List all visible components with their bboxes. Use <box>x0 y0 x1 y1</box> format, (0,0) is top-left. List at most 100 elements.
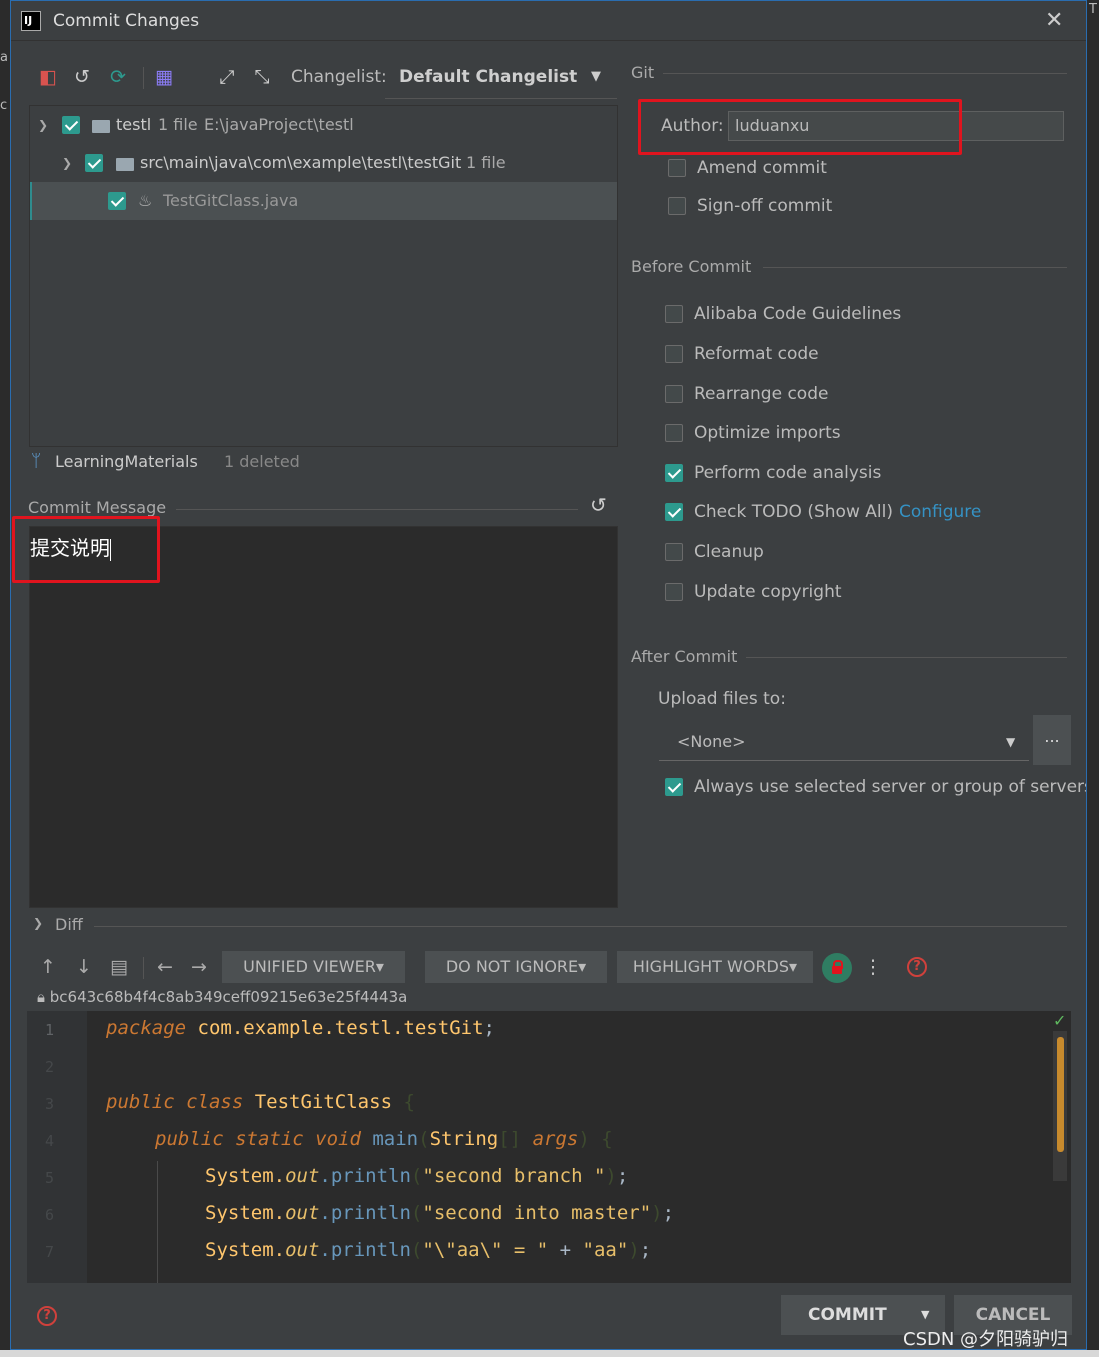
help-icon[interactable]: ? <box>37 1306 57 1326</box>
code-token: + <box>548 1239 583 1261</box>
commit-message-editor[interactable]: 提交说明 <box>29 526 618 908</box>
line-number: 1 <box>45 1021 55 1039</box>
option-checkbox[interactable] <box>665 583 683 601</box>
code-line-1: package com.example.testl.testGit; <box>106 1017 495 1039</box>
unified-viewer-button[interactable]: UNIFIED VIEWER▾ <box>222 951 405 983</box>
folder-icon <box>92 120 110 133</box>
tree-row-file[interactable]: ♨ TestGitClass.java <box>30 182 617 220</box>
tree-row-root[interactable]: ❯ testl 1 file E:\javaProject\testl <box>30 106 617 144</box>
group-icon[interactable]: ▦ <box>153 66 175 88</box>
help-icon[interactable]: ? <box>907 957 927 977</box>
git-section-label: Git <box>631 63 655 82</box>
branch-icon: ᛘ <box>31 451 42 471</box>
browse-servers-button[interactable]: ... <box>1033 715 1071 765</box>
always-use-server-checkbox[interactable] <box>665 778 683 796</box>
after-commit-label: After Commit <box>631 647 738 666</box>
root-count: 1 file <box>158 115 198 134</box>
check-mark-icon: ✓ <box>1053 1011 1067 1030</box>
option-checkbox[interactable] <box>665 385 683 403</box>
file-checkbox[interactable] <box>108 192 126 210</box>
changes-tree: ❯ testl 1 file E:\javaProject\testl ❯ sr… <box>29 105 618 447</box>
code-token: System. <box>205 1239 286 1261</box>
before-commit-divider <box>763 267 1067 268</box>
java-file-icon: ♨ <box>138 191 153 210</box>
do-not-ignore-button[interactable]: DO NOT IGNORE▾ <box>425 951 607 983</box>
option-label: Perform code analysis <box>694 463 882 483</box>
code-token: out <box>285 1239 320 1261</box>
scrollbar-thumb[interactable] <box>1057 1037 1064 1152</box>
arrow-right-icon[interactable]: → <box>188 956 210 978</box>
chevron-down-icon[interactable]: ❯ <box>38 106 48 144</box>
rollback-icon[interactable]: ◧ <box>37 66 59 88</box>
more-icon[interactable]: ⋮ <box>862 956 884 978</box>
branch-bar: ᛘ LearningMaterials 1 deleted <box>29 448 618 480</box>
code-token: "second branch " <box>422 1165 606 1187</box>
option-label: Update copyright <box>694 582 842 602</box>
history-icon[interactable]: ↺ <box>71 66 93 88</box>
code-token: public static void <box>155 1128 361 1150</box>
background-trim-bottom <box>0 1350 1099 1357</box>
package-checkbox[interactable] <box>85 154 103 172</box>
line-number: 4 <box>45 1132 55 1150</box>
code-token: ) <box>628 1239 640 1261</box>
code-token: com.example.testl.testGit <box>197 1017 484 1039</box>
highlight-words-button[interactable]: HIGHLIGHT WORDS▾ <box>617 951 813 983</box>
tree-row-package[interactable]: ❯ src\main\java\com\example\testl\testGi… <box>30 144 617 182</box>
package-name: src\main\java\com\example\testl\testGit <box>140 153 462 172</box>
option-checkbox[interactable] <box>665 543 683 561</box>
branch-status: 1 deleted <box>224 452 300 471</box>
code-line-6: System.out.println("second into master")… <box>205 1202 674 1224</box>
diff-editor[interactable]: 1 2 3 4 5 6 7 package com.example.testl.… <box>27 1011 1071 1283</box>
code-token: out <box>285 1202 320 1224</box>
close-icon[interactable]: ✕ <box>1045 8 1063 33</box>
message-history-icon[interactable]: ↺ <box>590 493 607 517</box>
collapse-icon[interactable]: ⤡ <box>251 66 273 88</box>
code-token: args <box>532 1128 579 1150</box>
option-checkbox[interactable] <box>665 503 683 521</box>
amend-commit-checkbox[interactable] <box>668 159 686 177</box>
chevron-down-icon[interactable]: ❯ <box>33 916 43 930</box>
option-checkbox[interactable] <box>665 464 683 482</box>
option-checkbox[interactable] <box>665 345 683 363</box>
arrow-down-icon[interactable]: ↓ <box>73 956 95 978</box>
code-token: ( <box>410 1202 423 1224</box>
file-icon[interactable]: ▤ <box>108 956 130 978</box>
option-label: Cleanup <box>694 542 764 562</box>
diff-divider <box>94 926 1067 927</box>
option-label: Check TODO (Show All) Configure <box>694 502 981 522</box>
always-use-server-label: Always use selected server or group of s… <box>694 777 1087 797</box>
ext-char: c <box>0 98 8 113</box>
upload-server-select[interactable]: <None> ▼ <box>659 723 1029 761</box>
chevron-down-icon[interactable]: ▼ <box>591 69 601 84</box>
root-name: testl <box>116 115 152 134</box>
toolbar-separator <box>143 957 144 979</box>
arrow-up-icon[interactable]: ↑ <box>37 956 59 978</box>
code-token: System. <box>205 1165 286 1187</box>
code-token: ; <box>616 1165 629 1187</box>
option-checkbox[interactable] <box>665 424 683 442</box>
chevron-down-icon[interactable]: ▼ <box>1006 723 1015 761</box>
upload-files-label: Upload files to: <box>658 689 786 709</box>
configure-link[interactable]: Configure <box>899 502 981 522</box>
lock-icon[interactable] <box>822 953 852 983</box>
code-token: ; <box>662 1202 675 1224</box>
code-token: out <box>285 1165 320 1187</box>
code-token: ) <box>651 1202 663 1224</box>
small-lock-icon: 🔒︎ <box>37 988 45 1006</box>
changelist-dropdown[interactable]: Default Changelist <box>399 67 577 87</box>
arrow-left-icon[interactable]: ← <box>154 956 176 978</box>
expand-icon[interactable]: ⤢ <box>216 66 238 88</box>
check-todo-text: Check TODO (Show All) <box>694 502 893 522</box>
root-checkbox[interactable] <box>62 116 80 134</box>
changelist-underline <box>385 98 617 99</box>
branch-name[interactable]: LearningMaterials <box>55 452 198 471</box>
folder-icon <box>116 158 134 171</box>
option-checkbox[interactable] <box>665 305 683 323</box>
code-token: [] <box>498 1128 522 1150</box>
window-title: Commit Changes <box>53 11 200 31</box>
ext-char: a <box>0 50 8 65</box>
refresh-icon[interactable]: ⟳ <box>107 66 129 88</box>
signoff-commit-checkbox[interactable] <box>668 197 686 215</box>
option-label: Optimize imports <box>694 423 841 443</box>
chevron-down-icon[interactable]: ❯ <box>62 144 72 182</box>
